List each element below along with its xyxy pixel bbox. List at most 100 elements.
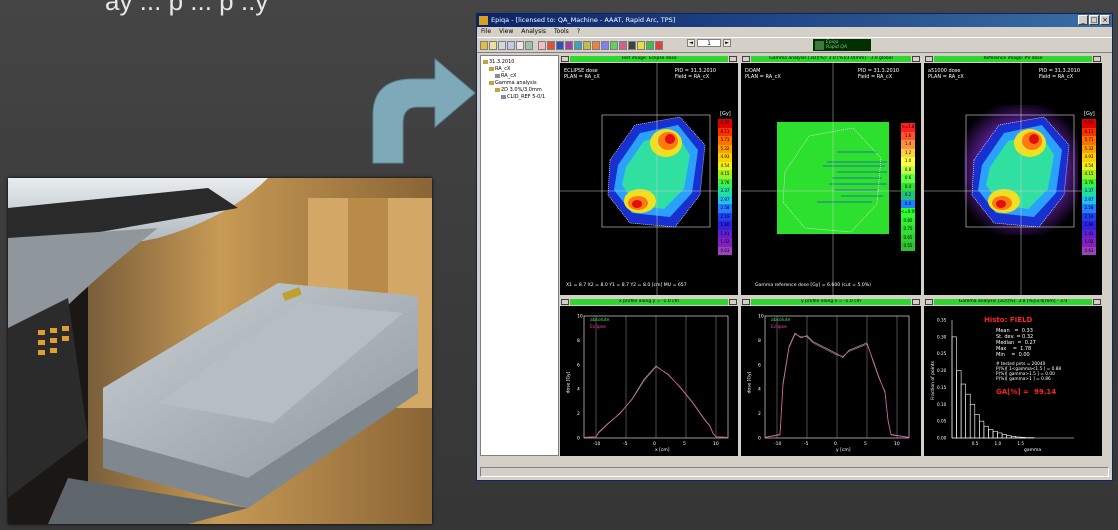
panel-maximize-button[interactable] xyxy=(912,299,920,305)
panel-maximize-button[interactable] xyxy=(1093,299,1101,305)
panel-maximize-button[interactable] xyxy=(729,56,737,62)
palette-red-icon[interactable] xyxy=(655,40,663,50)
color-scale: 6.50 6.11 5.71 5.32 4.93 4.54 4.15 3.76 3.37 2.97… xyxy=(1082,119,1096,255)
color-scale: 6.50 6.11 5.71 5.32 4.93 4.54 4.15 3.76 3.37 2.97… xyxy=(718,119,732,255)
scale-step: 3.76 xyxy=(1082,178,1096,187)
y-axis-label: Fraction of points xyxy=(930,361,936,400)
scale-step: 6.50 xyxy=(718,119,732,128)
x-tick-label: 0 xyxy=(834,441,837,447)
panel-menu-button[interactable] xyxy=(561,299,569,305)
x-profile-panel[interactable]: x profile along y = -1.0 cm -10 -5 0 5 10 0 2 4… xyxy=(560,298,738,456)
tree-item-label: RA_cX xyxy=(495,66,511,72)
menu-tools[interactable]: Tools xyxy=(554,27,569,37)
file-icon xyxy=(501,95,506,99)
grid-icon[interactable] xyxy=(583,40,591,50)
legend-eclipse: Eclipse xyxy=(590,325,606,330)
tree-item[interactable]: 31.3.2010 xyxy=(483,59,514,65)
minimize-button[interactable]: _ xyxy=(1078,15,1088,25)
color-icon[interactable] xyxy=(547,40,555,50)
menu-view[interactable]: View xyxy=(499,27,513,37)
scale-step: 0.8 xyxy=(901,165,915,174)
tree-item[interactable]: Gamma analysis xyxy=(489,80,537,86)
menubar: File View Analysis Tools ? xyxy=(477,27,1112,37)
y-tick-label: 0.05 xyxy=(937,419,947,424)
zoom-icon[interactable] xyxy=(601,40,609,50)
scale-step: 4.54 xyxy=(718,161,732,170)
scale-step: 1.80 xyxy=(1082,221,1096,230)
scale-step: 1.6 xyxy=(901,131,915,140)
y-tick-label: 0.30 xyxy=(937,334,947,339)
histogram-bar xyxy=(992,430,998,439)
tree-item-label: 31.3.2010 xyxy=(489,59,515,65)
logo-mark-icon xyxy=(815,40,824,50)
scale-step: 5.32 xyxy=(718,144,732,153)
palette-yellow-icon[interactable] xyxy=(637,40,645,50)
tree-item[interactable]: CLID_REF 5-0/1 xyxy=(501,94,545,100)
y-tick-label: 6 xyxy=(758,362,761,368)
export-icon[interactable] xyxy=(619,40,627,50)
folder-icon xyxy=(489,67,494,71)
panel-maximize-button[interactable] xyxy=(1093,56,1101,62)
tree-item[interactable]: 2D 3.0%/3.0mm xyxy=(495,87,542,93)
crosshair xyxy=(741,63,901,295)
image-icon[interactable] xyxy=(538,40,546,50)
scale-step: 6.50 xyxy=(1082,119,1096,128)
folder-icon xyxy=(495,88,500,92)
panel-maximize-button[interactable] xyxy=(729,299,737,305)
tree-item[interactable]: RA_cX xyxy=(495,73,516,79)
y-tick-label: 0.15 xyxy=(937,385,947,390)
menu-analysis[interactable]: Analysis xyxy=(521,27,546,37)
x-tick-label: 1.0 xyxy=(995,441,1002,446)
report-icon[interactable] xyxy=(610,40,618,50)
gear-icon[interactable] xyxy=(628,40,636,50)
panel-maximize-button[interactable] xyxy=(912,56,920,62)
close-button[interactable]: × xyxy=(1100,15,1110,25)
y-tick-label: 2 xyxy=(758,411,761,417)
y-tick-label: 6 xyxy=(577,362,580,368)
copy-icon[interactable] xyxy=(507,40,515,50)
histogram-bar xyxy=(1015,436,1021,439)
settings-icon[interactable] xyxy=(525,40,533,50)
panel-menu-button[interactable] xyxy=(561,56,569,62)
panel-menu-button[interactable] xyxy=(925,299,933,305)
print-icon[interactable] xyxy=(498,40,506,50)
paste-icon[interactable] xyxy=(516,40,524,50)
y-tick-label: 0.35 xyxy=(937,318,947,323)
gamma-analysis-panel[interactable]: Gamma analysis [3D](%): 3.0 [%]/3.0[mm] … xyxy=(741,55,921,295)
maximize-button[interactable]: □ xyxy=(1089,15,1099,25)
gamma-histogram-panel[interactable]: Gamma analysis [2D](%): 3.0 [%]/3.0[mm] … xyxy=(924,298,1102,456)
scale-step: 1.4 xyxy=(901,140,915,149)
scale-step: 0.4 xyxy=(901,182,915,191)
ga-value: 99.14 xyxy=(1034,388,1057,396)
panel-menu-button[interactable] xyxy=(742,299,750,305)
page-number-field[interactable]: 1 xyxy=(697,39,721,47)
linac-photo xyxy=(8,178,432,524)
scale-step: 4.15 xyxy=(1082,170,1096,179)
test-image-panel[interactable]: Test image: Eclipse dose ECLIPSE dose PLA… xyxy=(560,55,738,295)
menu-help[interactable]: ? xyxy=(577,27,580,37)
histogram-icon[interactable] xyxy=(574,40,582,50)
y-tick-label: 10 xyxy=(577,314,583,320)
ruler-icon[interactable] xyxy=(592,40,600,50)
window-titlebar[interactable]: Epiqa - [licensed to: QA_Machine - AAAT,… xyxy=(477,14,1112,27)
x-tick-label: -10 xyxy=(593,441,600,447)
next-page-button[interactable]: ► xyxy=(723,39,731,47)
scale-step: 4.15 xyxy=(718,170,732,179)
menu-file[interactable]: File xyxy=(481,27,491,37)
x-tick-label: 10 xyxy=(894,441,900,447)
panel-menu-button[interactable] xyxy=(925,56,933,62)
gamma-color-scale: >=1.8 1.6 1.4 1.2 1.0 0.8 0.6 0.4 0.2 0.0 <=0.95 0.… xyxy=(901,123,917,251)
reference-image-panel[interactable]: Reference image: PV dose a51000 dose PLAN… xyxy=(924,55,1102,295)
panel-menu-button[interactable] xyxy=(742,56,750,62)
save-icon[interactable] xyxy=(489,40,497,50)
scale-step: 1.02 xyxy=(718,238,732,247)
palette-green-icon[interactable] xyxy=(646,40,654,50)
y-tick-label: 0.20 xyxy=(937,368,947,373)
open-icon[interactable] xyxy=(480,40,488,50)
y-profile-panel[interactable]: y profile along x = -1.0 cm -10 -5 0 5 10 0 2 4… xyxy=(741,298,921,456)
tree-item[interactable]: RA_cX xyxy=(489,66,510,72)
gamma-icon[interactable] xyxy=(565,40,573,50)
profile-icon[interactable] xyxy=(556,40,564,50)
units-label: [Gy] xyxy=(1084,111,1095,117)
previous-page-button[interactable]: ◄ xyxy=(687,39,695,47)
